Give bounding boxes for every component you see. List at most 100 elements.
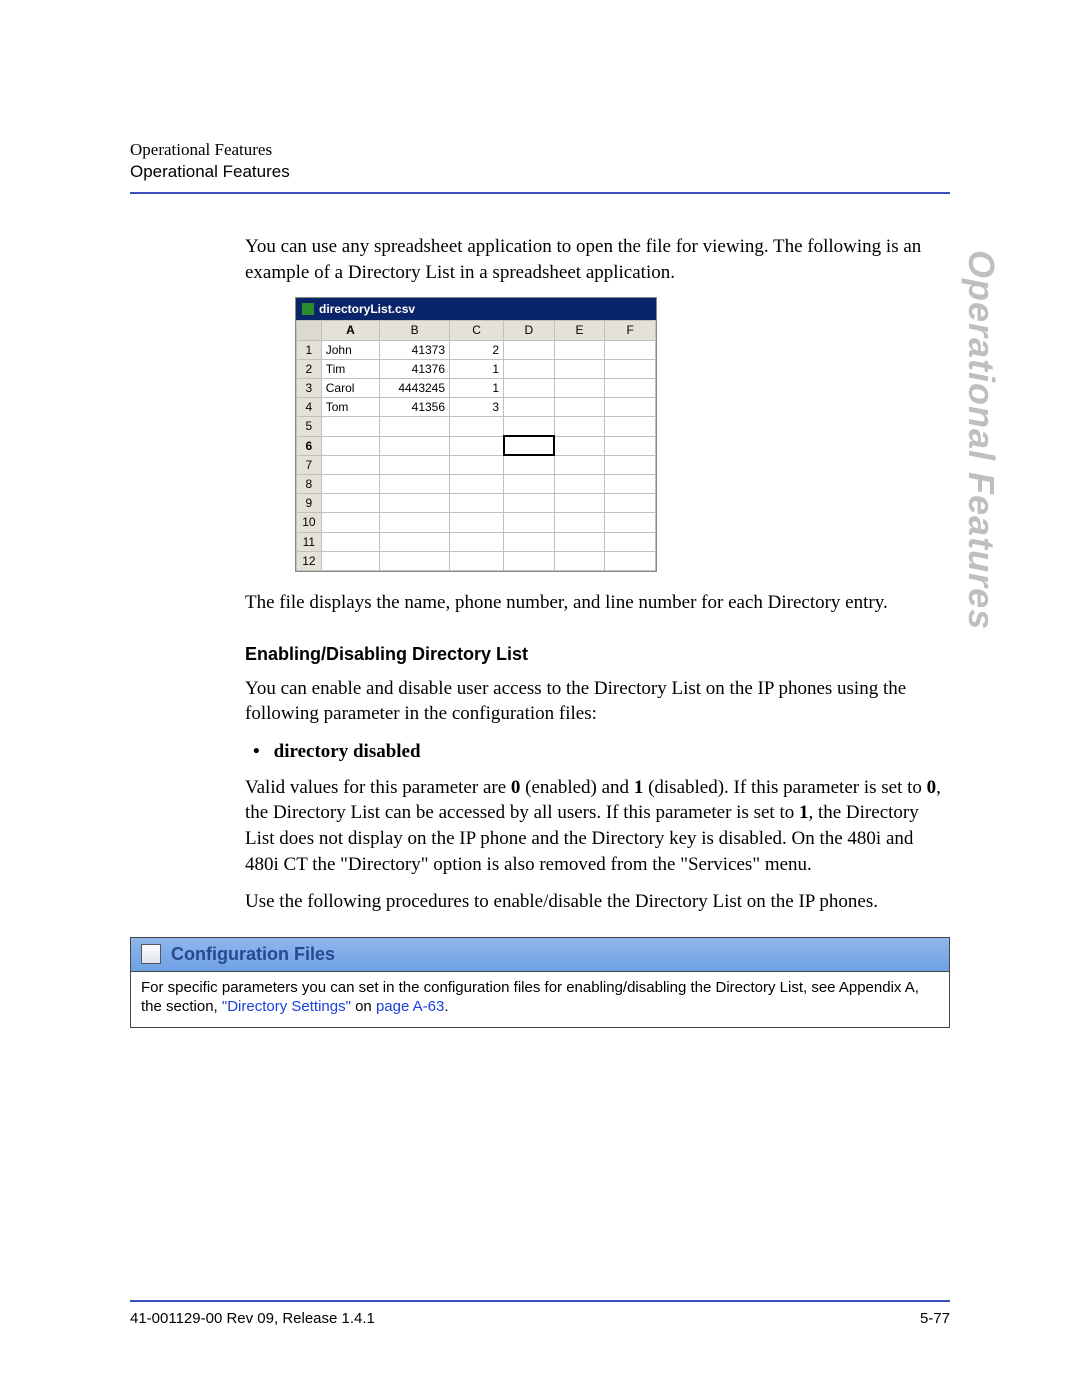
row-header[interactable]: 8	[297, 474, 322, 493]
cell[interactable]	[605, 532, 656, 551]
cell[interactable]	[605, 551, 656, 570]
cell[interactable]	[321, 551, 380, 570]
cell[interactable]	[450, 494, 504, 513]
row-header[interactable]: 2	[297, 359, 322, 378]
table-row: 5	[297, 417, 656, 436]
spreadsheet-filename: directoryList.csv	[319, 301, 415, 317]
row-header[interactable]: 4	[297, 398, 322, 417]
cell[interactable]	[504, 513, 555, 532]
cell[interactable]: 4443245	[380, 379, 450, 398]
cell[interactable]: 41373	[380, 340, 450, 359]
cell[interactable]	[321, 436, 380, 455]
cell[interactable]	[605, 474, 656, 493]
cell[interactable]	[380, 455, 450, 474]
cell[interactable]	[554, 551, 605, 570]
cell[interactable]	[504, 379, 555, 398]
cell[interactable]	[554, 494, 605, 513]
cell[interactable]	[554, 474, 605, 493]
cell[interactable]	[380, 436, 450, 455]
cell[interactable]	[321, 513, 380, 532]
page-ref-link[interactable]: page A-63	[376, 998, 444, 1015]
cell[interactable]: 41376	[380, 359, 450, 378]
cell[interactable]	[321, 532, 380, 551]
cell[interactable]	[554, 359, 605, 378]
cell[interactable]	[504, 494, 555, 513]
cell[interactable]	[450, 474, 504, 493]
cell[interactable]: 2	[450, 340, 504, 359]
select-all-corner[interactable]	[297, 321, 322, 340]
cell[interactable]	[504, 340, 555, 359]
spreadsheet-grid: A B C D E F 1John4137322Tim4137613Carol4…	[296, 320, 656, 570]
cell[interactable]	[450, 417, 504, 436]
col-header-C[interactable]: C	[450, 321, 504, 340]
col-header-D[interactable]: D	[504, 321, 555, 340]
cell[interactable]: Tom	[321, 398, 380, 417]
cell[interactable]	[321, 494, 380, 513]
cell[interactable]	[380, 494, 450, 513]
cell[interactable]	[321, 455, 380, 474]
bullet-directory-disabled: •directory disabled	[245, 739, 950, 765]
cell[interactable]: 1	[450, 359, 504, 378]
cell[interactable]	[504, 551, 555, 570]
cell[interactable]	[504, 532, 555, 551]
cell[interactable]	[605, 513, 656, 532]
side-tab-label: Operational Features	[960, 250, 1002, 630]
cell[interactable]	[605, 417, 656, 436]
cell[interactable]	[321, 474, 380, 493]
cell[interactable]	[450, 551, 504, 570]
cell[interactable]	[554, 532, 605, 551]
cell[interactable]	[554, 455, 605, 474]
col-header-A[interactable]: A	[321, 321, 380, 340]
cell[interactable]	[605, 455, 656, 474]
col-header-E[interactable]: E	[554, 321, 605, 340]
row-header[interactable]: 3	[297, 379, 322, 398]
row-header[interactable]: 9	[297, 494, 322, 513]
row-header[interactable]: 6	[297, 436, 322, 455]
cell[interactable]: Carol	[321, 379, 380, 398]
directory-settings-link[interactable]: "Directory Settings"	[222, 998, 351, 1015]
cell[interactable]: 41356	[380, 398, 450, 417]
cell[interactable]	[450, 436, 504, 455]
cell[interactable]	[605, 398, 656, 417]
cell[interactable]: Tim	[321, 359, 380, 378]
cell[interactable]	[380, 532, 450, 551]
cell[interactable]	[605, 379, 656, 398]
cell[interactable]	[554, 513, 605, 532]
cell[interactable]	[504, 359, 555, 378]
row-header[interactable]: 10	[297, 513, 322, 532]
row-header[interactable]: 1	[297, 340, 322, 359]
cell[interactable]	[450, 532, 504, 551]
cell[interactable]: 1	[450, 379, 504, 398]
col-header-B[interactable]: B	[380, 321, 450, 340]
cell[interactable]	[504, 455, 555, 474]
cell[interactable]	[380, 417, 450, 436]
cell[interactable]	[605, 436, 656, 455]
cell[interactable]	[554, 436, 605, 455]
cell[interactable]	[554, 398, 605, 417]
cell[interactable]	[554, 417, 605, 436]
cell[interactable]	[380, 513, 450, 532]
table-row: 3Carol44432451	[297, 379, 656, 398]
cell[interactable]	[380, 474, 450, 493]
cell[interactable]	[554, 340, 605, 359]
cell[interactable]: John	[321, 340, 380, 359]
cell[interactable]	[450, 513, 504, 532]
cell[interactable]: 3	[450, 398, 504, 417]
cell[interactable]	[605, 494, 656, 513]
cell[interactable]	[504, 398, 555, 417]
cell[interactable]	[605, 340, 656, 359]
page-footer: 41-001129-00 Rev 09, Release 1.4.1 5-77	[130, 1300, 950, 1327]
row-header[interactable]: 12	[297, 551, 322, 570]
cell[interactable]	[554, 379, 605, 398]
cell[interactable]	[450, 455, 504, 474]
cell[interactable]	[504, 417, 555, 436]
cell[interactable]	[504, 474, 555, 493]
cell[interactable]	[380, 551, 450, 570]
cell[interactable]	[605, 359, 656, 378]
cell[interactable]	[321, 417, 380, 436]
row-header[interactable]: 11	[297, 532, 322, 551]
col-header-F[interactable]: F	[605, 321, 656, 340]
row-header[interactable]: 5	[297, 417, 322, 436]
row-header[interactable]: 7	[297, 455, 322, 474]
cell[interactable]	[504, 436, 555, 455]
